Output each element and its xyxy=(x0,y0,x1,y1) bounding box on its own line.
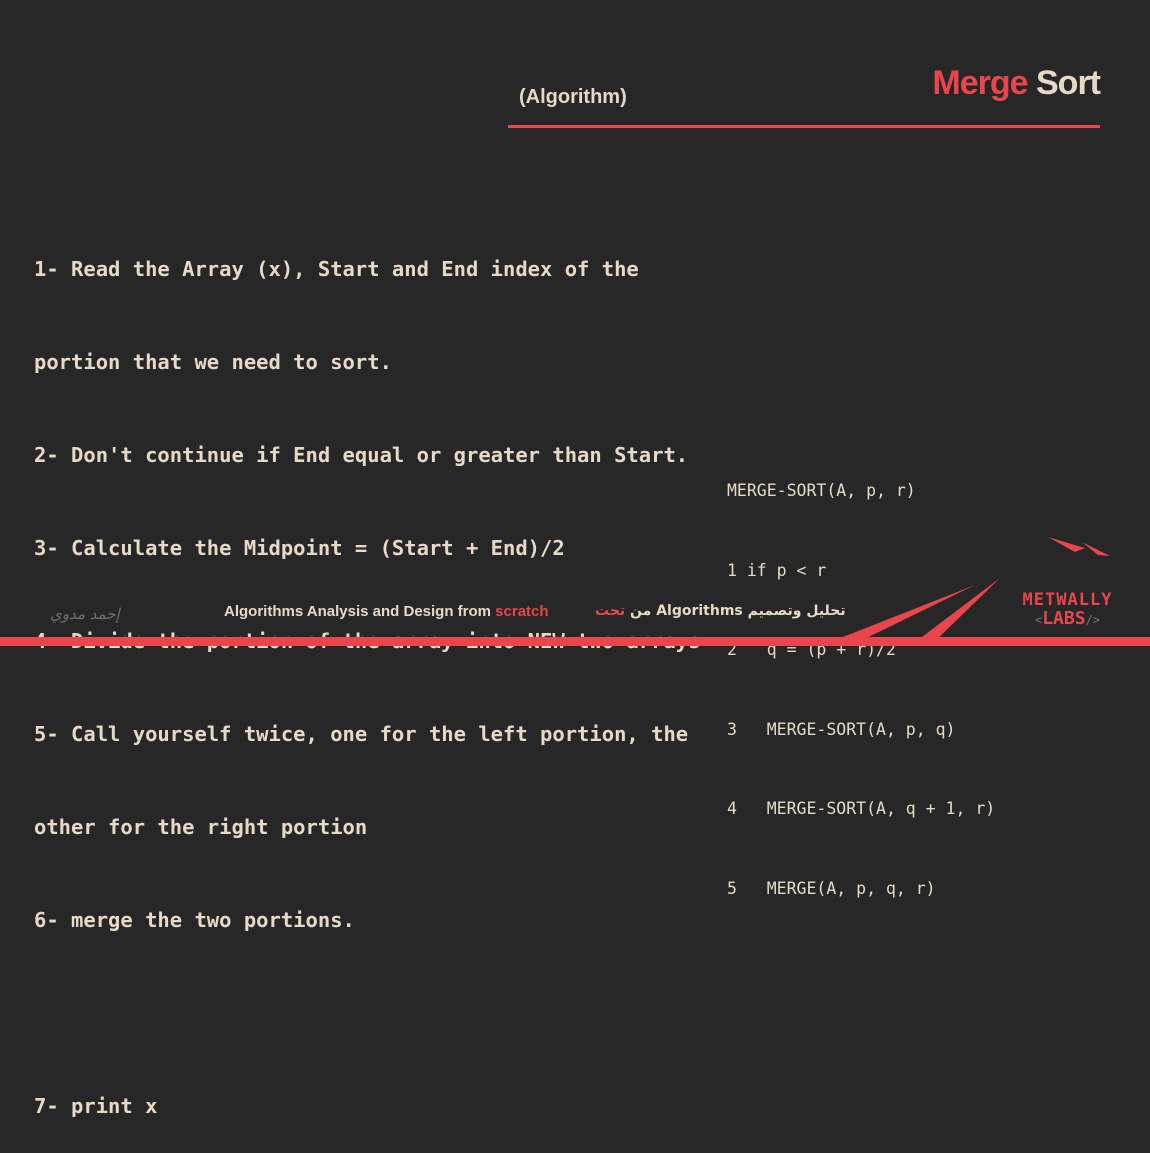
algorithm-steps: 1- Read the Array (x), Start and End ind… xyxy=(34,192,700,1153)
arabic-text: تحليل وتصميم Algorithms من xyxy=(625,603,846,619)
course-highlight: scratch xyxy=(495,603,549,620)
pseudocode-block: MERGE-SORT(A, p, r) 1 if p < r 2 q = (p … xyxy=(727,425,995,929)
logo-bracket: /> xyxy=(1085,613,1101,627)
logo-line1: METWALLY xyxy=(1022,590,1113,610)
step-line xyxy=(34,998,700,1029)
step-line: 3- Calculate the Midpoint = (Start + End… xyxy=(34,536,565,560)
code-line: 5 MERGE(A, p, q, r) xyxy=(727,878,936,898)
stripe xyxy=(1082,542,1110,556)
signature: إحمد مدوي xyxy=(50,605,120,623)
arabic-highlight: تحت xyxy=(595,603,626,619)
title-highlight: Merge xyxy=(932,64,1028,102)
step-line: other for the right portion xyxy=(34,815,368,839)
stripe xyxy=(1048,537,1085,552)
page-title: Merge Sort xyxy=(932,64,1101,103)
logo-text: LABS xyxy=(1042,608,1086,629)
code-line: 4 MERGE-SORT(A, q + 1, r) xyxy=(727,799,996,818)
page-subtitle: (Algorithm) xyxy=(519,86,627,108)
header-divider xyxy=(508,125,1100,128)
step-line: portion that we need to sort. xyxy=(34,350,392,374)
step-line: 7- print x xyxy=(34,1094,158,1118)
code-line: MERGE-SORT(A, p, r) xyxy=(727,481,916,500)
logo-line2: <LABS/> xyxy=(1005,608,1130,629)
course-title-arabic: تحليل وتصميم Algorithms من تحت xyxy=(595,603,846,619)
bottom-bar xyxy=(0,637,1150,646)
step-line: 1- Read the Array (x), Start and End ind… xyxy=(34,257,639,281)
code-line: 3 MERGE-SORT(A, p, q) xyxy=(727,719,956,739)
course-title: Algorithms Analysis and Design from scra… xyxy=(224,603,549,620)
step-line: 5- Call yourself twice, one for the left… xyxy=(34,722,689,746)
metwally-labs-logo: METWALLY <LABS/> xyxy=(1005,590,1130,629)
course-text: Algorithms Analysis and Design from xyxy=(224,603,496,620)
title-rest: Sort xyxy=(1036,64,1101,102)
step-line: 2- Don't continue if End equal or greate… xyxy=(34,443,689,467)
step-line: 6- merge the two portions. xyxy=(34,908,355,932)
code-line: 1 if p < r xyxy=(727,560,827,580)
